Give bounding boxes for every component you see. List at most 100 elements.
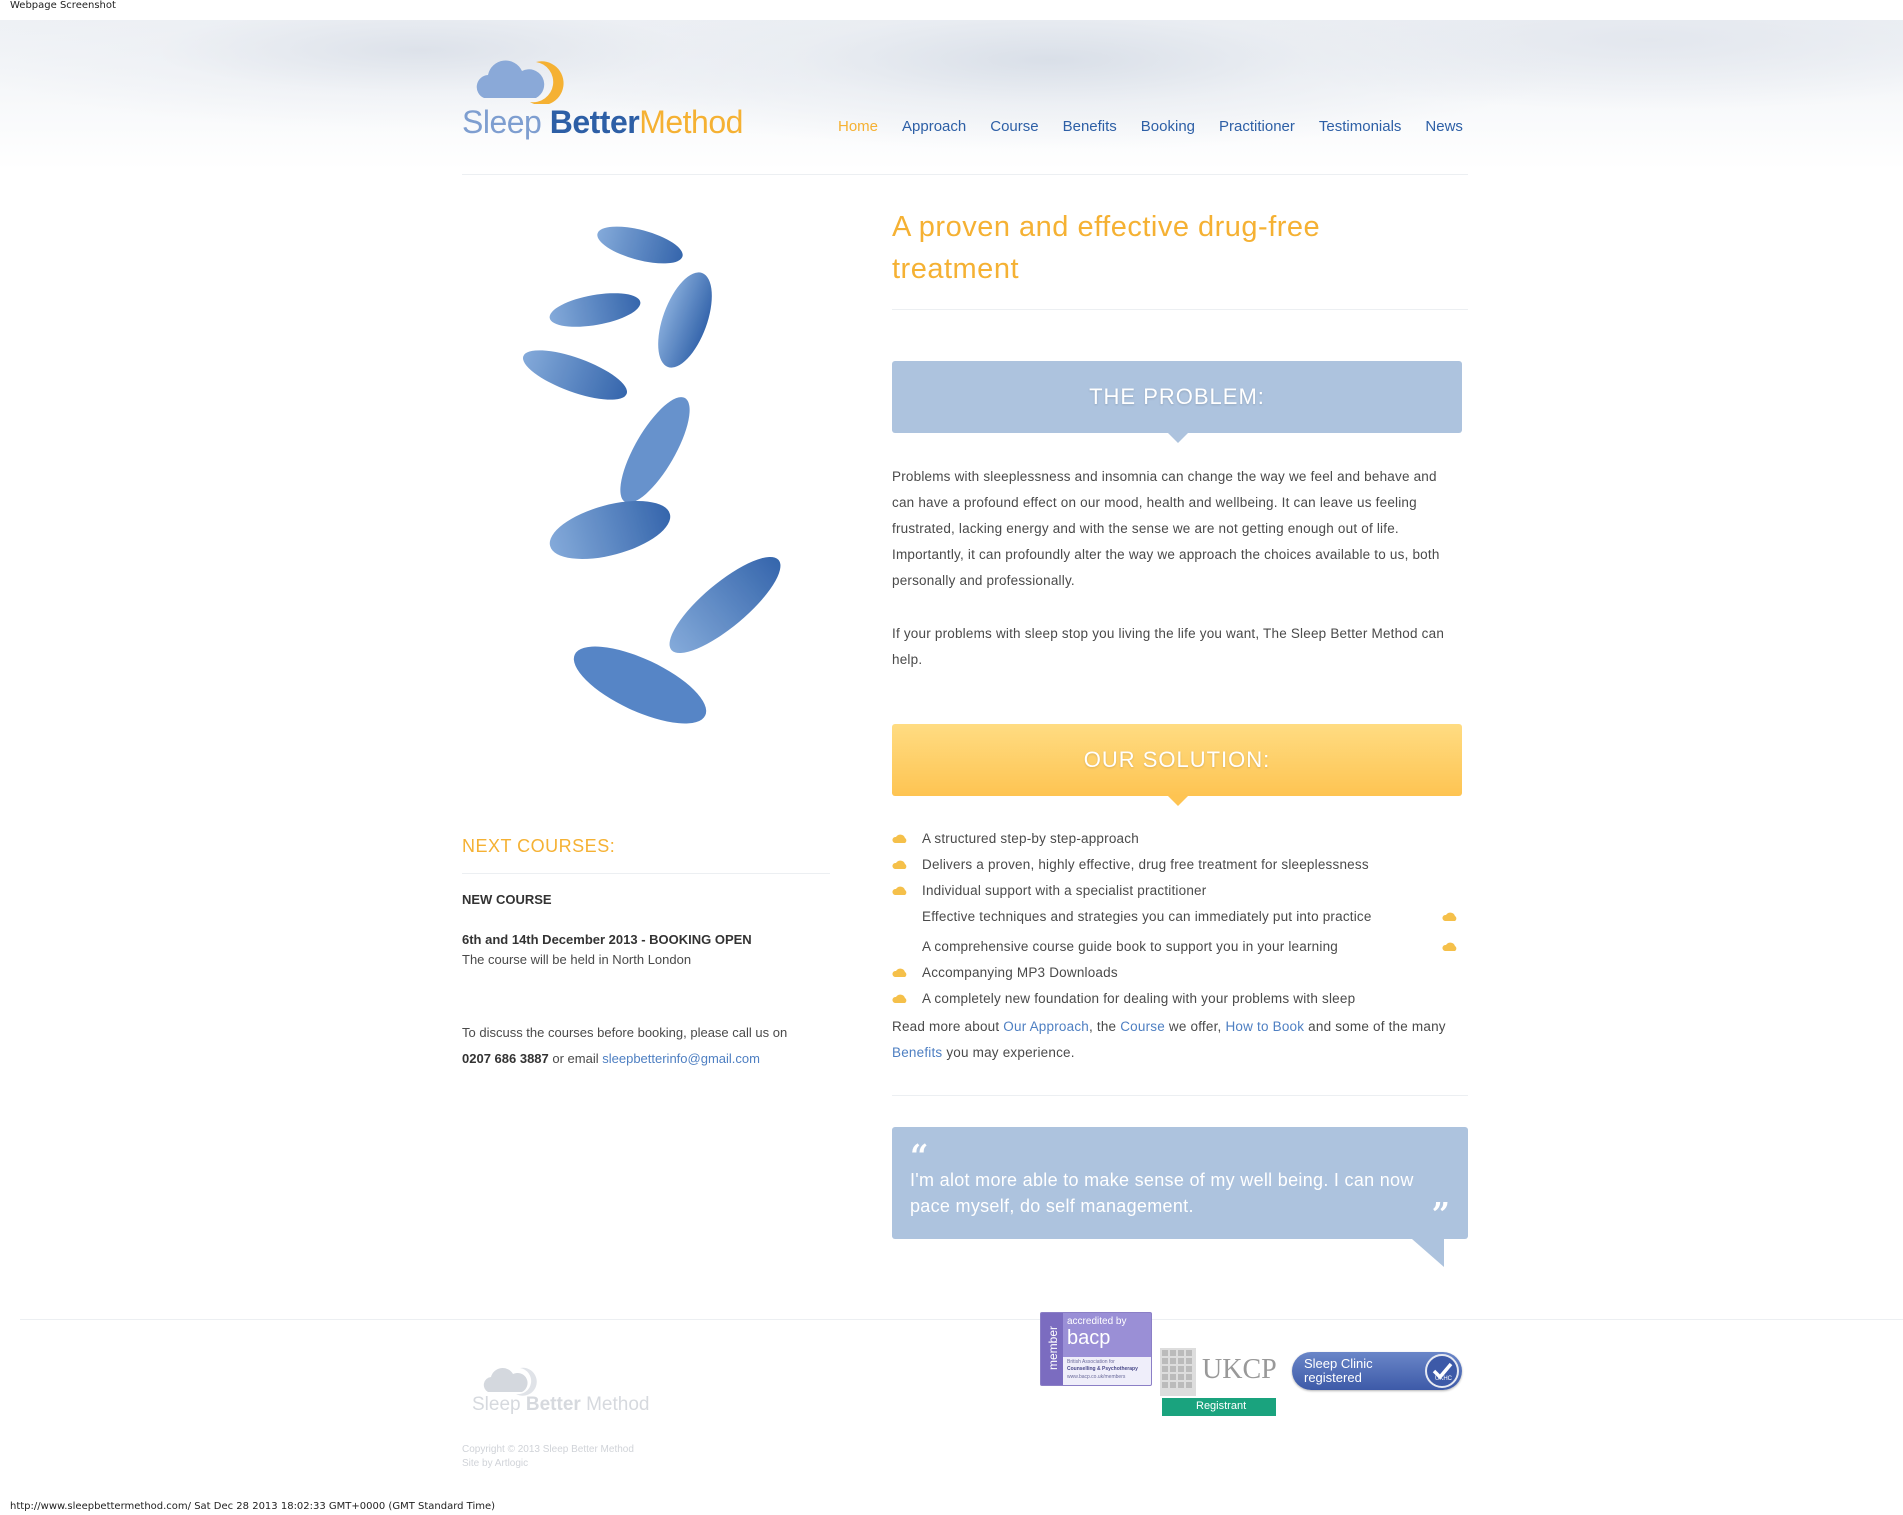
nav-booking[interactable]: Booking [1141,118,1195,138]
solution-banner: OUR SOLUTION: [892,724,1462,806]
nav-approach[interactable]: Approach [902,118,966,138]
close-quote-icon: ” [1431,1195,1450,1233]
problem-banner: THE PROBLEM: [892,361,1462,443]
ukcp-badge[interactable]: UKCP Registrant [1160,1348,1277,1418]
list-item: Accompanying MP3 Downloads [892,960,1462,986]
link-our-approach[interactable]: Our Approach [1003,1019,1089,1034]
read-more-mid3: and some of the many [1304,1019,1446,1034]
cloud-bullet-icon [892,994,907,1003]
solution-list: A structured step-by step-approach Deliv… [892,826,1462,1012]
solution-item: Individual support with a specialist pra… [922,883,1207,898]
copyright-text: Copyright © 2013 Sleep Better Method [462,1444,634,1455]
nav-practitioner[interactable]: Practitioner [1219,118,1295,138]
status-url: http://www.sleepbettermethod.com/ Sat De… [10,1501,496,1512]
link-benefits[interactable]: Benefits [892,1045,942,1060]
solution-item: A structured step-by step-approach [922,831,1139,846]
footer-logo[interactable]: Sleep Better Method [472,1362,672,1422]
problem-paragraph-1: Problems with sleeplessness and insomnia… [892,469,1440,588]
footer-word-sleep: Sleep [472,1394,521,1415]
solution-item: Delivers a proven, highly effective, dru… [922,857,1369,872]
browser-caption-bar: Webpage Screenshot [0,0,1903,20]
or-email-text: or email [548,1051,603,1066]
discuss-text: To discuss the courses before booking, p… [462,1025,788,1040]
logo-word-sleep: Sleep [462,104,542,140]
link-course[interactable]: Course [1120,1019,1165,1034]
cloud-bullet-icon [892,886,907,895]
bacp-accredited-text: accredited by [1067,1316,1127,1327]
footer-wordmark: Sleep Better Method [472,1394,649,1416]
cloud-bullet-icon [892,968,907,977]
next-courses-divider [462,873,830,874]
footer-word-better: Better [525,1394,581,1415]
main-nav: Home Approach Course Benefits Booking Pr… [838,118,1487,138]
site-logo[interactable]: Sleep BetterMethod [462,48,762,148]
footer-word-method: Method [586,1394,650,1415]
problem-paragraph-2: If your problems with sleep stop you liv… [892,626,1445,667]
new-course-label: NEW COURSE [462,890,842,910]
read-more-prefix: Read more about [892,1019,1004,1034]
read-more-mid2: we offer, [1164,1019,1226,1034]
nav-home[interactable]: Home [838,118,878,138]
feathers-illustration [522,226,781,724]
testimonial-text: I'm alot more able to make sense of my w… [910,1170,1414,1216]
list-item: A completely new foundation for dealing … [892,986,1462,1012]
nav-news[interactable]: News [1425,118,1463,138]
footer-cloud-moon-icon [483,1367,537,1396]
logo-wordmark: Sleep BetterMethod [462,104,743,141]
bacp-sub-text: British Association for [1067,1359,1115,1365]
solution-item: Accompanying MP3 Downloads [922,965,1118,980]
solution-item: Effective techniques and strategies you … [922,909,1372,924]
email-link[interactable]: sleepbetterinfo@gmail.com [602,1051,760,1066]
header-cloud-background [0,20,1903,170]
cloud-moon-icon [476,60,564,104]
new-course-heading: NEW COURSE [462,892,552,907]
cloud-bullet-icon [892,834,907,843]
cloud-bullet-icon [1442,942,1457,951]
site-credit-link[interactable]: Site by Artlogic [462,1458,528,1469]
header-divider [462,174,1468,175]
quote-divider [892,1095,1468,1096]
read-more-text: Read more about Our Approach, the Course… [892,1014,1462,1066]
contact-line: 0207 686 3887 or email sleepbetterinfo@g… [462,1046,842,1072]
ukhc-label: UKHC [1434,1376,1452,1382]
course-location: The course will be held in North London [462,952,692,967]
footer-divider [20,1319,1903,1320]
logo-word-better: Better [549,104,640,140]
sleep-clinic-line2: registered [1304,1370,1362,1385]
list-item: Effective techniques and strategies you … [892,904,1462,934]
ukcp-grid-icon [1160,1348,1196,1396]
browser-status-bar: http://www.sleepbettermethod.com/ Sat De… [0,1501,1903,1515]
sleep-clinic-badge[interactable]: Sleep Clinic registered UKHC [1292,1352,1462,1390]
check-seal-icon [1425,1354,1459,1388]
page-headline: A proven and effective drug-free treatme… [892,211,1321,285]
sleep-clinic-line1: Sleep Clinic [1304,1356,1373,1371]
speech-tail [1412,1239,1444,1267]
ukcp-name: UKCP [1202,1354,1277,1385]
link-how-to-book[interactable]: How to Book [1225,1019,1304,1034]
nav-course[interactable]: Course [990,118,1038,138]
bacp-badge[interactable]: member accredited by bacp British Associ… [1040,1312,1152,1386]
read-more-mid1: , the [1088,1019,1121,1034]
read-more-suffix: you may experience. [942,1045,1075,1060]
solution-item: A completely new foundation for dealing … [922,991,1356,1006]
course-dates: 6th and 14th December 2013 - BOOKING OPE… [462,930,842,950]
solution-item: A comprehensive course guide book to sup… [922,939,1338,954]
nav-testimonials[interactable]: Testimonials [1319,118,1402,138]
course-dates-text: 6th and 14th December 2013 - BOOKING OPE… [462,932,752,947]
list-item: Individual support with a specialist pra… [892,878,1462,904]
list-item: A structured step-by step-approach [892,826,1462,852]
bacp-sub-text-2: Counselling & Psychotherapy [1067,1366,1138,1372]
cloud-bullet-icon [892,860,907,869]
nav-benefits[interactable]: Benefits [1063,118,1117,138]
next-courses-title: NEXT COURSES: [462,836,616,856]
bacp-url: www.bacp.co.uk/members [1067,1374,1126,1380]
ukcp-registrant-text: Registrant [1196,1400,1247,1412]
browser-caption: Webpage Screenshot [10,0,116,11]
list-item: A comprehensive course guide book to sup… [892,934,1462,960]
testimonial-quote: “ I'm alot more able to make sense of my… [892,1127,1468,1267]
bacp-member-text: member [1046,1325,1061,1371]
logo-word-method: Method [639,104,743,140]
list-item: Delivers a proven, highly effective, dru… [892,852,1462,878]
phone-number: 0207 686 3887 [462,1051,549,1066]
cloud-bullet-icon [1442,912,1457,921]
